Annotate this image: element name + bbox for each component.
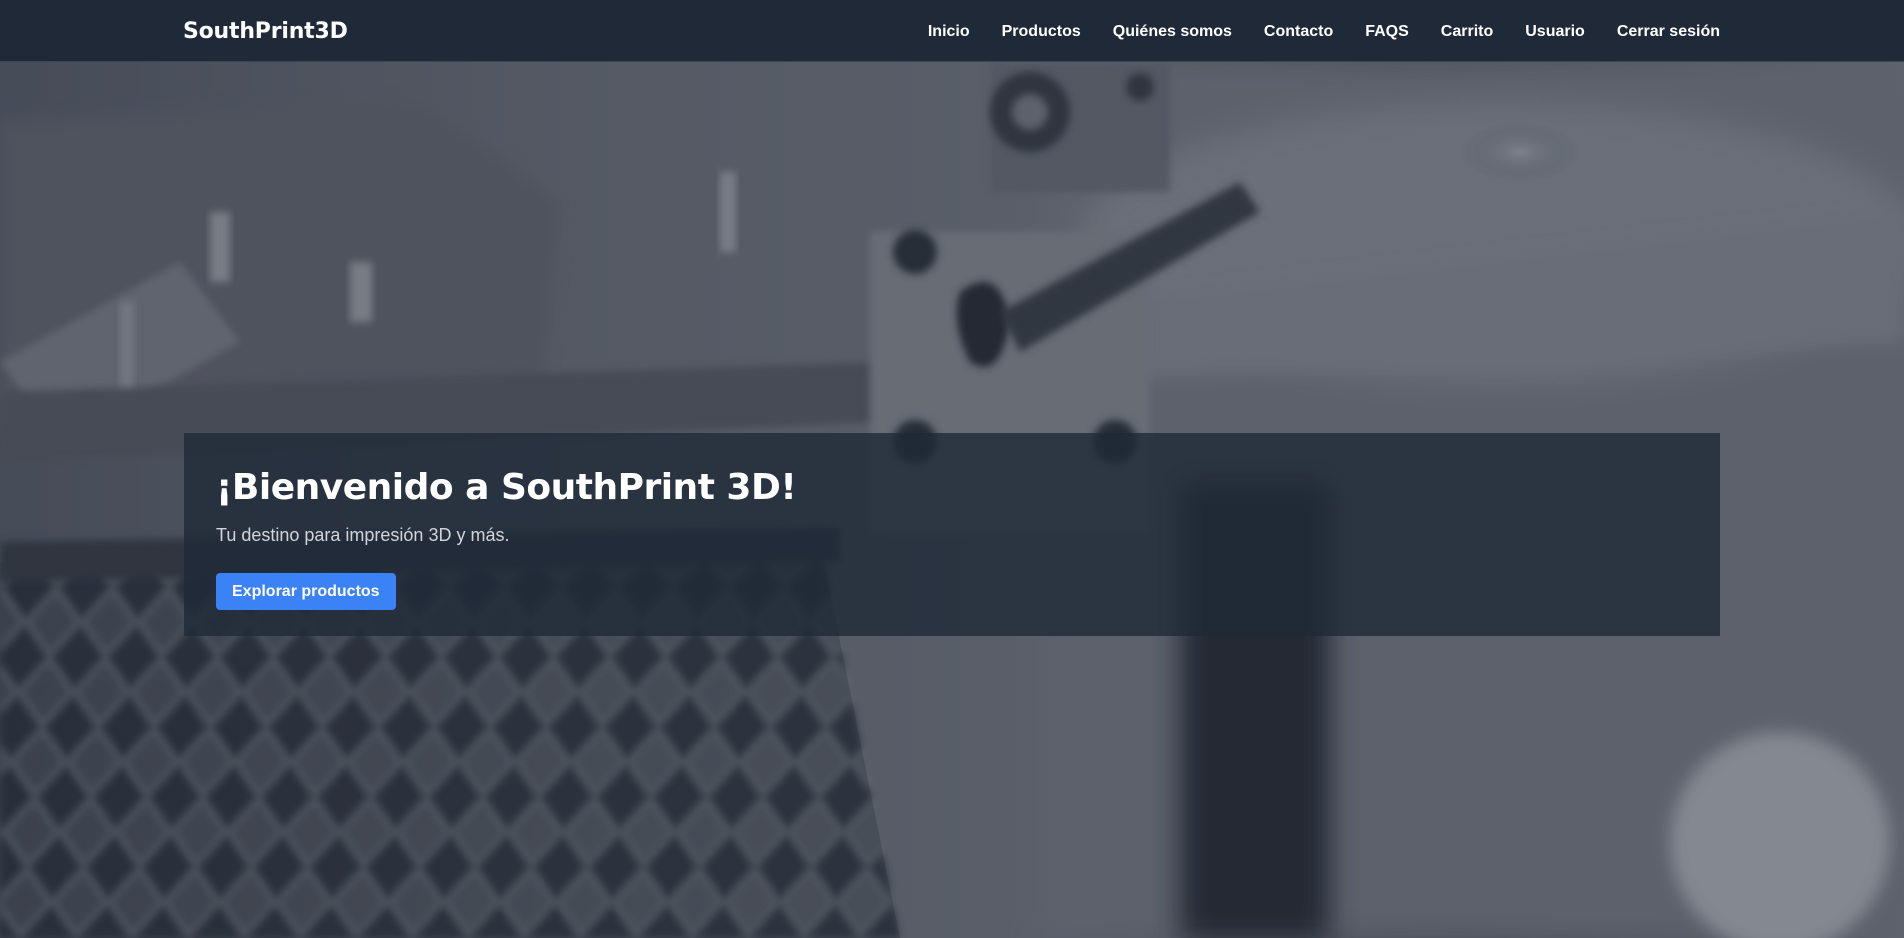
nav-link-contacto[interactable]: Contacto	[1264, 23, 1333, 40]
navbar: SouthPrint3D Inicio Productos Quiénes so…	[0, 0, 1904, 62]
welcome-title: ¡Bienvenido a SouthPrint 3D!	[216, 467, 797, 508]
nav-item-usuario: Usuario	[1525, 21, 1585, 41]
explore-products-button[interactable]: Explorar productos	[216, 573, 396, 610]
nav-item-carrito: Carrito	[1441, 21, 1493, 41]
brand-logo[interactable]: SouthPrint3D	[183, 0, 348, 62]
nav-link-cerrar-sesion[interactable]: Cerrar sesión	[1617, 23, 1720, 40]
nav-link-productos[interactable]: Productos	[1002, 23, 1081, 40]
nav-item-inicio: Inicio	[928, 21, 970, 41]
nav-link-faqs[interactable]: FAQS	[1365, 23, 1409, 40]
nav-item-quienes-somos: Quiénes somos	[1113, 21, 1232, 41]
nav-item-faqs: FAQS	[1365, 21, 1409, 41]
nav-link-inicio[interactable]: Inicio	[928, 23, 970, 40]
nav-link-usuario[interactable]: Usuario	[1525, 23, 1585, 40]
nav-menu: Inicio Productos Quiénes somos Contacto …	[928, 0, 1720, 62]
welcome-subtitle: Tu destino para impresión 3D y más.	[216, 525, 510, 545]
nav-item-cerrar-sesion: Cerrar sesión	[1617, 21, 1720, 41]
nav-item-contacto: Contacto	[1264, 21, 1333, 41]
page: SouthPrint3D Inicio Productos Quiénes so…	[0, 0, 1904, 938]
welcome-card: ¡Bienvenido a SouthPrint 3D! Tu destino …	[184, 433, 1720, 636]
nav-item-productos: Productos	[1002, 21, 1081, 41]
nav-link-quienes-somos[interactable]: Quiénes somos	[1113, 23, 1232, 40]
nav-link-carrito[interactable]: Carrito	[1441, 23, 1493, 40]
